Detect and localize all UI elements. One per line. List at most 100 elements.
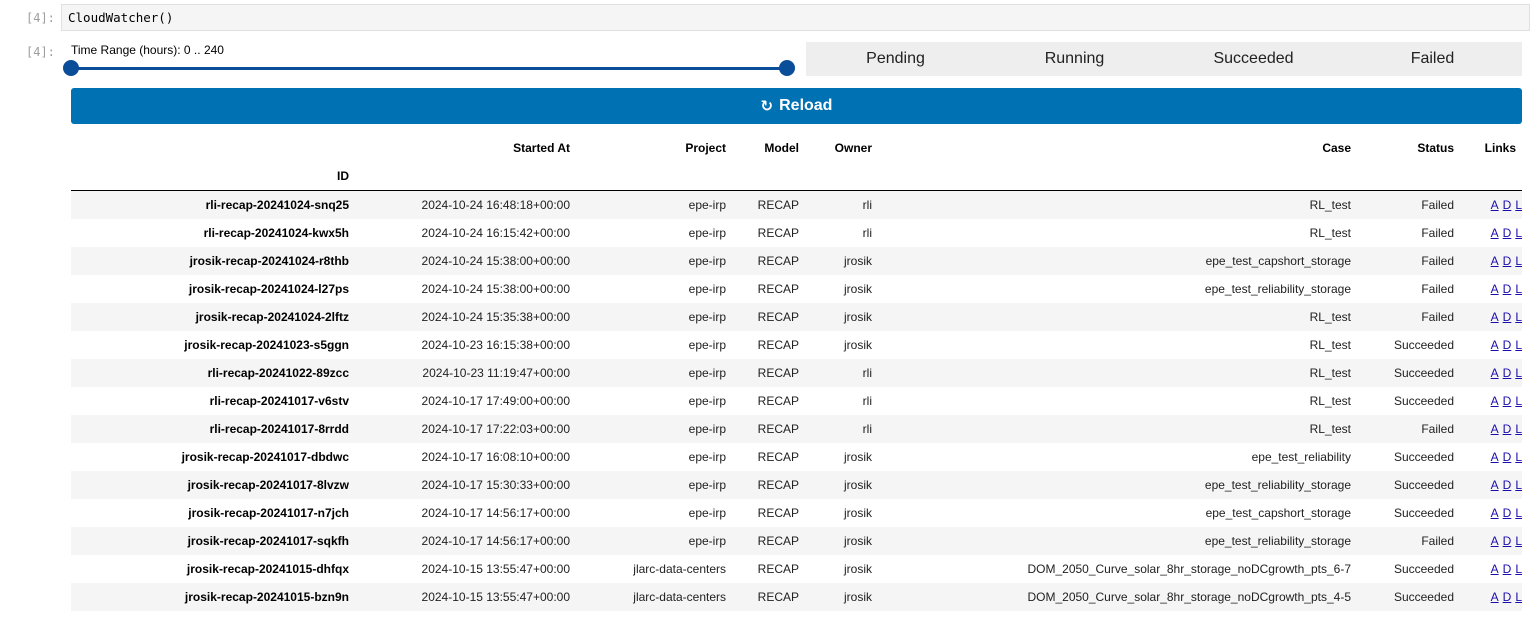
cell-links: ADL: [1464, 247, 1522, 275]
link-d[interactable]: D: [1503, 310, 1512, 324]
cell-id: jrosik-recap-20241017-dbdwc: [181, 449, 349, 464]
link-l[interactable]: L: [1515, 310, 1522, 324]
cell-id: jrosik-recap-20241015-bzn9n: [184, 589, 349, 604]
cell-case: RL_test: [1309, 309, 1351, 324]
link-a[interactable]: A: [1491, 450, 1499, 464]
cell-links: ADL: [1464, 359, 1522, 387]
cell-status: Succeeded: [1393, 337, 1454, 352]
cell-status: Failed: [1421, 197, 1454, 212]
cell-links: ADL: [1464, 583, 1522, 611]
link-l[interactable]: L: [1515, 226, 1522, 240]
cell-owner: rli: [862, 393, 872, 408]
link-d[interactable]: D: [1503, 254, 1512, 268]
code-cell[interactable]: CloudWatcher(): [61, 4, 1530, 31]
link-d[interactable]: D: [1503, 226, 1512, 240]
link-a[interactable]: A: [1491, 310, 1499, 324]
cell-links: ADL: [1464, 555, 1522, 583]
link-l[interactable]: L: [1515, 590, 1522, 604]
cell-owner: jrosik: [843, 337, 872, 352]
link-l[interactable]: L: [1515, 338, 1522, 352]
cell-links: ADL: [1464, 331, 1522, 359]
cell-model: RECAP: [757, 281, 799, 296]
cell-id: jrosik-recap-20241017-n7jch: [188, 505, 349, 520]
link-d[interactable]: D: [1503, 198, 1512, 212]
link-a[interactable]: A: [1491, 562, 1499, 576]
header-project: Project: [685, 141, 726, 155]
link-a[interactable]: A: [1491, 254, 1499, 268]
link-d[interactable]: D: [1503, 478, 1512, 492]
link-l[interactable]: L: [1515, 198, 1522, 212]
cell-started-at: 2024-10-17 16:08:10+00:00: [421, 449, 570, 464]
cell-links: ADL: [1464, 499, 1522, 527]
link-a[interactable]: A: [1491, 534, 1499, 548]
cell-started-at: 2024-10-24 16:15:42+00:00: [421, 225, 570, 240]
link-a[interactable]: A: [1491, 226, 1499, 240]
link-a[interactable]: A: [1491, 506, 1499, 520]
cell-status: Succeeded: [1393, 393, 1454, 408]
cell-case: epe_test_reliability: [1251, 449, 1351, 464]
cell-started-at: 2024-10-17 14:56:17+00:00: [421, 533, 570, 548]
cell-model: RECAP: [757, 589, 799, 604]
status-summary-bar: Pending Running Succeeded Failed: [806, 42, 1522, 76]
link-d[interactable]: D: [1503, 450, 1512, 464]
link-d[interactable]: D: [1503, 394, 1512, 408]
table-row: jrosik-recap-20241017-sqkfh 2024-10-17 14…: [71, 526, 1522, 555]
cell-project: epe-irp: [688, 281, 726, 296]
cell-links: ADL: [1464, 415, 1522, 443]
cell-case: epe_test_capshort_storage: [1205, 253, 1351, 268]
link-a[interactable]: A: [1491, 478, 1499, 492]
slider-handle-high[interactable]: [779, 60, 795, 76]
cell-project: epe-irp: [688, 421, 726, 436]
cell-model: RECAP: [757, 225, 799, 240]
link-l[interactable]: L: [1515, 450, 1522, 464]
link-d[interactable]: D: [1503, 590, 1512, 604]
link-l[interactable]: L: [1515, 478, 1522, 492]
link-l[interactable]: L: [1515, 254, 1522, 268]
slider-handle-low[interactable]: [63, 60, 79, 76]
cell-model: RECAP: [757, 197, 799, 212]
link-d[interactable]: D: [1503, 534, 1512, 548]
link-a[interactable]: A: [1491, 198, 1499, 212]
link-a[interactable]: A: [1491, 366, 1499, 380]
cell-status: Succeeded: [1393, 561, 1454, 576]
link-a[interactable]: A: [1491, 282, 1499, 296]
cell-id: jrosik-recap-20241017-sqkfh: [187, 533, 349, 548]
cell-owner: jrosik: [843, 589, 872, 604]
cell-model: RECAP: [757, 393, 799, 408]
reload-button[interactable]: ↻ Reload: [71, 88, 1522, 124]
link-d[interactable]: D: [1503, 506, 1512, 520]
link-l[interactable]: L: [1515, 394, 1522, 408]
cell-project: jlarc-data-centers: [633, 561, 726, 576]
link-d[interactable]: D: [1503, 366, 1512, 380]
status-running: Running: [1044, 50, 1105, 67]
link-l[interactable]: L: [1515, 534, 1522, 548]
cell-started-at: 2024-10-15 13:55:47+00:00: [421, 561, 570, 576]
link-l[interactable]: L: [1515, 282, 1522, 296]
link-d[interactable]: D: [1503, 338, 1512, 352]
cell-links: ADL: [1464, 275, 1522, 303]
header-owner: Owner: [834, 141, 872, 155]
cell-case: epe_test_reliability_storage: [1204, 281, 1351, 296]
link-l[interactable]: L: [1515, 506, 1522, 520]
time-range-slider-track[interactable]: [71, 67, 787, 70]
cell-id: rli-recap-20241017-v6stv: [209, 393, 349, 408]
link-a[interactable]: A: [1491, 590, 1499, 604]
link-l[interactable]: L: [1515, 422, 1522, 436]
cell-links: ADL: [1464, 191, 1522, 219]
link-l[interactable]: L: [1515, 366, 1522, 380]
cell-id: jrosik-recap-20241015-dhfqx: [186, 561, 349, 576]
header-blank: [71, 134, 359, 162]
link-a[interactable]: A: [1491, 338, 1499, 352]
cell-case: RL_test: [1309, 225, 1351, 240]
cell-project: epe-irp: [688, 449, 726, 464]
cell-model: RECAP: [757, 253, 799, 268]
link-d[interactable]: D: [1503, 562, 1512, 576]
link-d[interactable]: D: [1503, 422, 1512, 436]
cell-id: jrosik-recap-20241017-8lvzw: [187, 477, 349, 492]
cell-project: epe-irp: [688, 505, 726, 520]
link-a[interactable]: A: [1491, 422, 1499, 436]
link-l[interactable]: L: [1515, 562, 1522, 576]
link-d[interactable]: D: [1503, 282, 1512, 296]
cell-status: Succeeded: [1393, 589, 1454, 604]
link-a[interactable]: A: [1491, 394, 1499, 408]
